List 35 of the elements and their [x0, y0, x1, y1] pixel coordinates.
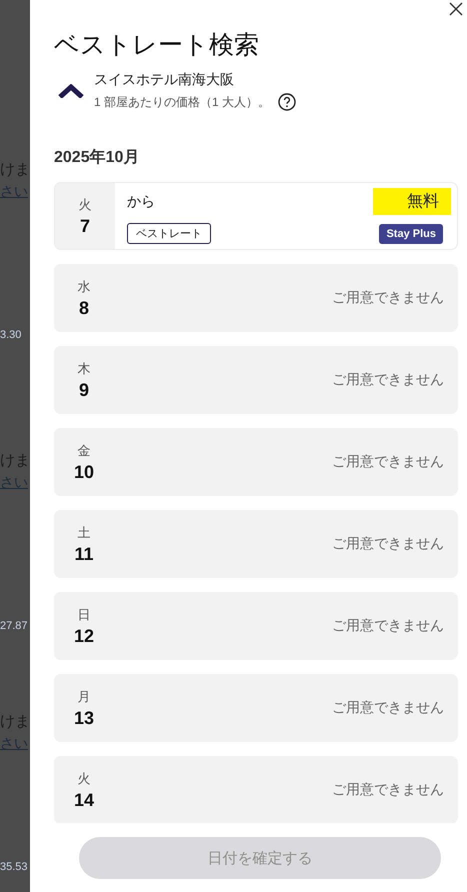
month-heading: 2025年10月	[54, 148, 140, 168]
unavailable-label: ご用意できません	[332, 535, 444, 553]
unavailable-label: ご用意できません	[332, 289, 444, 307]
unavailable-label: ご用意できません	[332, 781, 444, 799]
unavailable-label: ご用意できません	[332, 371, 444, 389]
weekday-label: 日	[78, 606, 90, 624]
weekday-label: 水	[78, 278, 90, 296]
day-number: 13	[74, 708, 94, 728]
panel-title: ベストレート検索	[54, 30, 260, 61]
rate-tag: ベストレート	[127, 223, 211, 244]
day-number: 8	[78, 298, 89, 318]
unavailable-label: ご用意できません	[332, 699, 444, 717]
price-label: 無料	[373, 188, 451, 215]
date-card[interactable]: 火 7 から 無料 ベストレート Stay Plus	[54, 182, 458, 250]
day-number: 7	[80, 216, 90, 236]
hotel-name: スイスホテル南海大阪	[94, 71, 235, 89]
unavailable-label: ご用意できません	[332, 453, 444, 471]
day-number: 12	[74, 626, 94, 646]
weekday-label: 月	[78, 688, 90, 706]
program-badge: Stay Plus	[379, 224, 443, 244]
price-note: 1 部屋あたりの価格（1 大人）。	[94, 94, 270, 110]
day-number: 11	[74, 544, 94, 564]
background-price: 27.87	[0, 620, 29, 632]
unavailable-label: ご用意できません	[332, 617, 444, 635]
from-label: から	[127, 192, 155, 210]
weekday-label: 火	[78, 770, 90, 788]
background-price: 35.53	[0, 861, 29, 873]
background-price: 3.30	[0, 329, 22, 341]
weekday-label: 土	[78, 524, 90, 542]
day-number: 14	[74, 790, 94, 810]
day-number: 9	[78, 380, 89, 400]
weekday-label: 金	[78, 442, 90, 460]
weekday-label: 火	[78, 196, 92, 214]
weekday-label: 木	[78, 360, 90, 378]
day-number: 10	[74, 462, 94, 482]
